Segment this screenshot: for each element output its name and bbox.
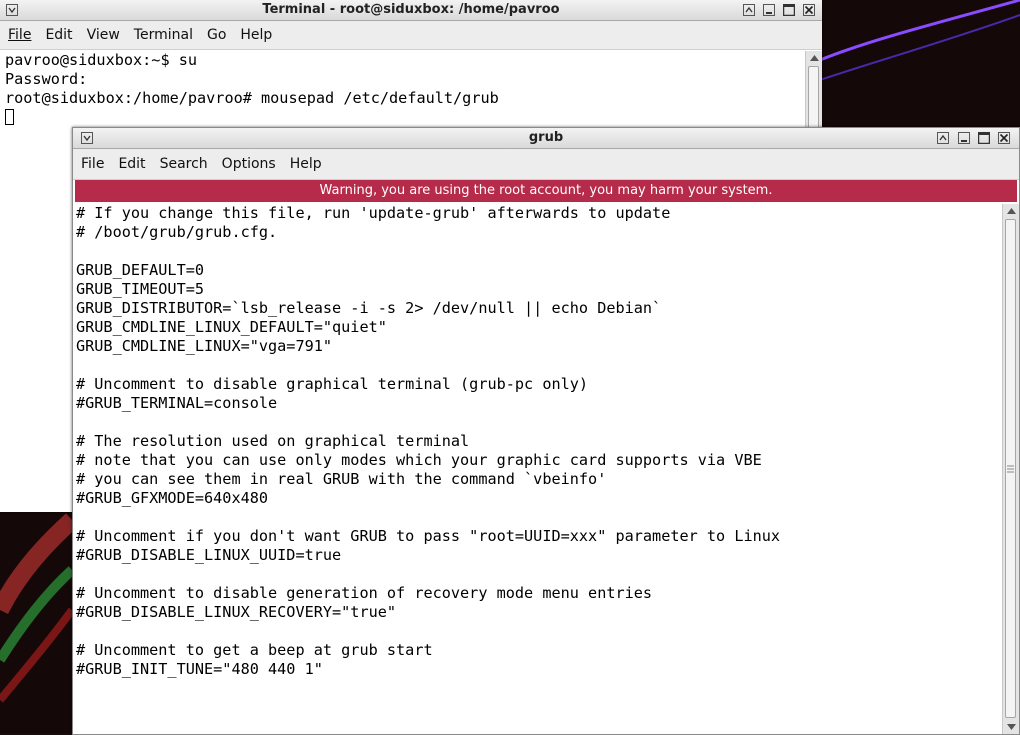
text-line: # note that you can use only modes which… bbox=[76, 451, 762, 469]
scroll-down-icon[interactable] bbox=[1003, 720, 1019, 734]
editor-title: grub bbox=[528, 130, 564, 145]
text-line: # If you change this file, run 'update-g… bbox=[76, 204, 671, 222]
menu-edit[interactable]: Edit bbox=[38, 21, 79, 49]
editor-text-area[interactable]: # If you change this file, run 'update-g… bbox=[76, 204, 1001, 734]
editor-scroll-thumb[interactable] bbox=[1005, 219, 1016, 718]
terminal-line: root@siduxbox:/home/pavroo# mousepad /et… bbox=[5, 89, 499, 107]
menu-search[interactable]: Search bbox=[153, 150, 215, 178]
text-line bbox=[76, 356, 1001, 375]
menu-file[interactable]: File bbox=[73, 150, 111, 178]
text-line bbox=[76, 413, 1001, 432]
shade-icon[interactable] bbox=[741, 2, 757, 18]
menu-view-label: View bbox=[86, 27, 120, 43]
menu-options[interactable]: Options bbox=[215, 150, 283, 178]
text-line: # Uncomment to get a beep at grub start bbox=[76, 641, 433, 659]
text-line: # /boot/grub/grub.cfg. bbox=[76, 223, 278, 241]
menu-help[interactable]: Help bbox=[233, 21, 279, 49]
text-line: GRUB_DEFAULT=0 bbox=[76, 261, 205, 279]
terminal-line: pavroo@siduxbox:~$ su bbox=[5, 51, 198, 69]
editor-window: grub File Edit Search Options Help Warni… bbox=[72, 127, 1020, 735]
menu-edit[interactable]: Edit bbox=[111, 150, 152, 178]
menu-go[interactable]: Go bbox=[200, 21, 233, 49]
maximize-icon[interactable] bbox=[781, 2, 797, 18]
menu-search-label: Search bbox=[159, 156, 208, 172]
scroll-up-icon[interactable] bbox=[1003, 204, 1019, 218]
menu-help-label: Help bbox=[240, 27, 273, 43]
text-line: # Uncomment if you don't want GRUB to pa… bbox=[76, 527, 781, 545]
text-line bbox=[76, 565, 1001, 584]
close-icon[interactable] bbox=[801, 2, 817, 18]
text-line: # Uncomment to disable generation of rec… bbox=[76, 584, 653, 602]
menu-terminal-label: Terminal bbox=[133, 27, 193, 43]
maximize-icon[interactable] bbox=[976, 130, 992, 146]
menu-file-label: File bbox=[8, 27, 32, 43]
scroll-up-icon[interactable] bbox=[806, 51, 822, 65]
text-line: # The resolution used on graphical termi… bbox=[76, 432, 470, 450]
editor-titlebar[interactable]: grub bbox=[73, 128, 1019, 149]
terminal-cursor-line bbox=[0, 108, 806, 127]
text-line: #GRUB_TERMINAL=console bbox=[76, 394, 278, 412]
text-line: #GRUB_INIT_TUNE="480 440 1" bbox=[76, 660, 323, 678]
text-line bbox=[76, 242, 1001, 261]
text-line: GRUB_DISTRIBUTOR=`lsb_release -i -s 2> /… bbox=[76, 299, 662, 317]
close-icon[interactable] bbox=[996, 130, 1012, 146]
menu-help-label: Help bbox=[289, 156, 322, 172]
menu-terminal[interactable]: Terminal bbox=[127, 21, 200, 49]
menu-edit-label: Edit bbox=[118, 156, 146, 172]
text-line: # Uncomment to disable graphical termina… bbox=[76, 375, 589, 393]
scroll-grip-icon bbox=[1007, 465, 1014, 473]
minimize-icon[interactable] bbox=[956, 130, 972, 146]
text-line: GRUB_CMDLINE_LINUX_DEFAULT="quiet" bbox=[76, 318, 387, 336]
minimize-icon[interactable] bbox=[761, 2, 777, 18]
root-warning-banner: Warning, you are using the root account,… bbox=[75, 180, 1017, 202]
editor-menubar: File Edit Search Options Help bbox=[73, 149, 1019, 180]
menu-file-label: File bbox=[81, 156, 105, 172]
text-line: GRUB_CMDLINE_LINUX="vga=791" bbox=[76, 337, 333, 355]
text-line: #GRUB_GFXMODE=640x480 bbox=[76, 489, 269, 507]
terminal-menubar: File Edit View Terminal Go Help bbox=[0, 21, 822, 50]
terminal-titlebar[interactable]: Terminal - root@siduxbox: /home/pavroo bbox=[0, 0, 822, 21]
text-line bbox=[76, 622, 1001, 641]
menu-options-label: Options bbox=[221, 156, 276, 172]
shade-icon[interactable] bbox=[935, 130, 951, 146]
text-line: # you can see them in real GRUB with the… bbox=[76, 470, 607, 488]
text-line: #GRUB_DISABLE_LINUX_UUID=true bbox=[76, 546, 342, 564]
menu-go-label: Go bbox=[206, 27, 227, 43]
terminal-line: Password: bbox=[5, 70, 88, 88]
menu-edit-label: Edit bbox=[45, 27, 73, 43]
text-line: GRUB_TIMEOUT=5 bbox=[76, 280, 205, 298]
menu-help[interactable]: Help bbox=[283, 150, 329, 178]
text-cursor bbox=[5, 109, 14, 125]
terminal-title: Terminal - root@siduxbox: /home/pavroo bbox=[262, 2, 560, 17]
menu-view[interactable]: View bbox=[80, 21, 127, 49]
menu-file[interactable]: File bbox=[0, 21, 38, 49]
text-line: #GRUB_DISABLE_LINUX_RECOVERY="true" bbox=[76, 603, 397, 621]
editor-scrollbar[interactable] bbox=[1002, 204, 1019, 734]
text-line bbox=[76, 508, 1001, 527]
